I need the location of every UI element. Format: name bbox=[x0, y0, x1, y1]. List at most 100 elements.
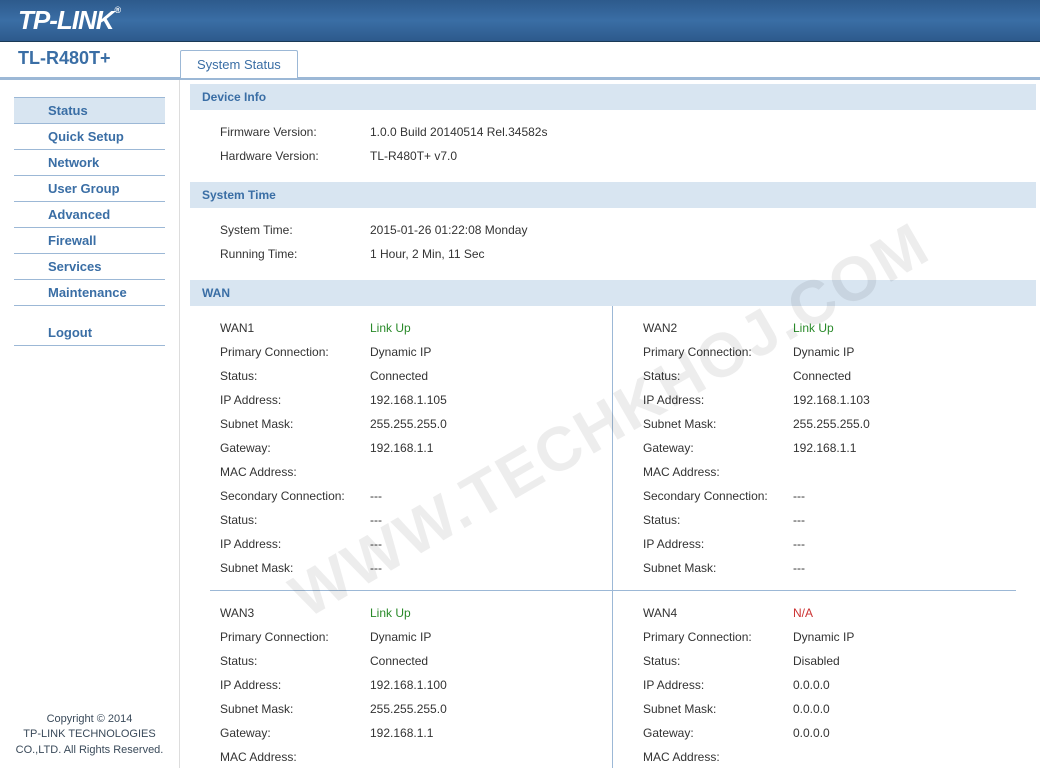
sidebar-item-services[interactable]: Services bbox=[14, 254, 165, 280]
wan-row: Subnet Mask:0.0.0.0 bbox=[613, 697, 1036, 721]
wan-row: WAN3Link Up bbox=[190, 601, 612, 625]
wan-label: Secondary Connection: bbox=[643, 489, 793, 503]
wan-value bbox=[793, 750, 1036, 764]
sidebar-item-logout[interactable]: Logout bbox=[14, 320, 165, 346]
wan-value bbox=[370, 465, 612, 479]
wan-row: Secondary Connection:--- bbox=[190, 484, 612, 508]
wan-label: IP Address: bbox=[643, 537, 793, 551]
wan-value: Connected bbox=[370, 369, 612, 383]
wan-value: 0.0.0.0 bbox=[793, 678, 1036, 692]
section-wan: WAN bbox=[190, 280, 1036, 306]
wan-row: Status:Connected bbox=[190, 364, 612, 388]
wan-row: Status:--- bbox=[190, 508, 612, 532]
wan-label: Gateway: bbox=[220, 726, 370, 740]
wan-cell-wan2: WAN2Link UpPrimary Connection:Dynamic IP… bbox=[613, 306, 1036, 590]
wan-value: Disabled bbox=[793, 654, 1036, 668]
wan-row: Gateway:192.168.1.1 bbox=[190, 721, 612, 745]
wan-value: Dynamic IP bbox=[793, 345, 1036, 359]
tab-system-status[interactable]: System Status bbox=[180, 50, 298, 78]
wan-label: Primary Connection: bbox=[643, 630, 793, 644]
copyright-line2: TP-LINK TECHNOLOGIES bbox=[6, 727, 173, 742]
wan-value: 192.168.1.1 bbox=[793, 441, 1036, 455]
wan-value bbox=[793, 465, 1036, 479]
copyright-line1: Copyright © 2014 bbox=[6, 712, 173, 727]
wan-value: Link Up bbox=[370, 321, 612, 335]
wan-label: Subnet Mask: bbox=[220, 702, 370, 716]
wan-label: Gateway: bbox=[643, 726, 793, 740]
label-firmware: Firmware Version: bbox=[220, 125, 370, 139]
wan-row: WAN4N/A bbox=[613, 601, 1036, 625]
wan-row: Gateway:0.0.0.0 bbox=[613, 721, 1036, 745]
wan-label: WAN3 bbox=[220, 606, 370, 620]
wan-label: IP Address: bbox=[220, 393, 370, 407]
sidebar: Status Quick Setup Network User Group Ad… bbox=[0, 80, 180, 768]
label-hardware: Hardware Version: bbox=[220, 149, 370, 163]
wan-label: MAC Address: bbox=[220, 750, 370, 764]
wan-label: Status: bbox=[643, 369, 793, 383]
sidebar-item-status[interactable]: Status bbox=[14, 97, 165, 124]
wan-value: Dynamic IP bbox=[370, 630, 612, 644]
wan-value: --- bbox=[793, 537, 1036, 551]
wan-row: IP Address:192.168.1.103 bbox=[613, 388, 1036, 412]
wan-label: IP Address: bbox=[643, 393, 793, 407]
wan-value: --- bbox=[793, 489, 1036, 503]
wan-value: N/A bbox=[793, 606, 1036, 620]
value-system-time: 2015-01-26 01:22:08 Monday bbox=[370, 223, 1036, 237]
wan-value: 255.255.255.0 bbox=[370, 702, 612, 716]
wan-value: --- bbox=[793, 513, 1036, 527]
wan-row: IP Address:--- bbox=[613, 532, 1036, 556]
copyright-line3: CO.,LTD. All Rights Reserved. bbox=[6, 743, 173, 758]
wan-value: 0.0.0.0 bbox=[793, 726, 1036, 740]
wan-label: Status: bbox=[220, 513, 370, 527]
wan-value: Dynamic IP bbox=[793, 630, 1036, 644]
wan-row: WAN1Link Up bbox=[190, 316, 612, 340]
wan-label: Primary Connection: bbox=[643, 345, 793, 359]
row-system-time: System Time: 2015-01-26 01:22:08 Monday bbox=[190, 218, 1036, 242]
label-system-time: System Time: bbox=[220, 223, 370, 237]
wan-value: 192.168.1.1 bbox=[370, 441, 612, 455]
sidebar-item-firewall[interactable]: Firewall bbox=[14, 228, 165, 254]
wan-row: Primary Connection:Dynamic IP bbox=[190, 340, 612, 364]
wan-value: --- bbox=[793, 561, 1036, 575]
wan-value: 255.255.255.0 bbox=[370, 417, 612, 431]
row-hardware: Hardware Version: TL-R480T+ v7.0 bbox=[190, 144, 1036, 168]
wan-value: 192.168.1.105 bbox=[370, 393, 612, 407]
wan-value: 192.168.1.100 bbox=[370, 678, 612, 692]
row-running-time: Running Time: 1 Hour, 2 Min, 11 Sec bbox=[190, 242, 1036, 266]
wan-cell-wan4: WAN4N/APrimary Connection:Dynamic IPStat… bbox=[613, 591, 1036, 768]
wan-grid: WAN1Link UpPrimary Connection:Dynamic IP… bbox=[190, 306, 1036, 768]
sidebar-item-quick-setup[interactable]: Quick Setup bbox=[14, 124, 165, 150]
wan-row: IP Address:0.0.0.0 bbox=[613, 673, 1036, 697]
wan-value: 192.168.1.1 bbox=[370, 726, 612, 740]
wan-row: MAC Address: bbox=[190, 745, 612, 768]
wan-value: --- bbox=[370, 513, 612, 527]
wan-row: Subnet Mask:255.255.255.0 bbox=[613, 412, 1036, 436]
wan-row: Status:Connected bbox=[190, 649, 612, 673]
wan-value: --- bbox=[370, 537, 612, 551]
value-firmware: 1.0.0 Build 20140514 Rel.34582s bbox=[370, 125, 1036, 139]
sidebar-item-advanced[interactable]: Advanced bbox=[14, 202, 165, 228]
value-running-time: 1 Hour, 2 Min, 11 Sec bbox=[370, 247, 1036, 261]
copyright-footer: Copyright © 2014 TP-LINK TECHNOLOGIES CO… bbox=[0, 702, 179, 768]
sidebar-item-network[interactable]: Network bbox=[14, 150, 165, 176]
row-firmware: Firmware Version: 1.0.0 Build 20140514 R… bbox=[190, 120, 1036, 144]
wan-value: --- bbox=[370, 489, 612, 503]
wan-row: Subnet Mask:255.255.255.0 bbox=[190, 697, 612, 721]
wan-label: WAN2 bbox=[643, 321, 793, 335]
wan-value: Link Up bbox=[370, 606, 612, 620]
global-header: TP-LINK® bbox=[0, 0, 1040, 42]
sidebar-item-maintenance[interactable]: Maintenance bbox=[14, 280, 165, 306]
wan-cell-wan1: WAN1Link UpPrimary Connection:Dynamic IP… bbox=[190, 306, 613, 590]
main-content: WWW.TECHKHOJ.COM Device Info Firmware Ve… bbox=[180, 80, 1040, 768]
value-hardware: TL-R480T+ v7.0 bbox=[370, 149, 1036, 163]
wan-row: Primary Connection:Dynamic IP bbox=[190, 625, 612, 649]
wan-row: Secondary Connection:--- bbox=[613, 484, 1036, 508]
sidebar-nav: Status Quick Setup Network User Group Ad… bbox=[0, 98, 179, 702]
wan-label: Primary Connection: bbox=[220, 345, 370, 359]
wan-value: Dynamic IP bbox=[370, 345, 612, 359]
section-device-info: Device Info bbox=[190, 84, 1036, 110]
wan-row: Primary Connection:Dynamic IP bbox=[613, 625, 1036, 649]
sidebar-item-user-group[interactable]: User Group bbox=[14, 176, 165, 202]
wan-row: IP Address:192.168.1.100 bbox=[190, 673, 612, 697]
wan-row: MAC Address: bbox=[190, 460, 612, 484]
